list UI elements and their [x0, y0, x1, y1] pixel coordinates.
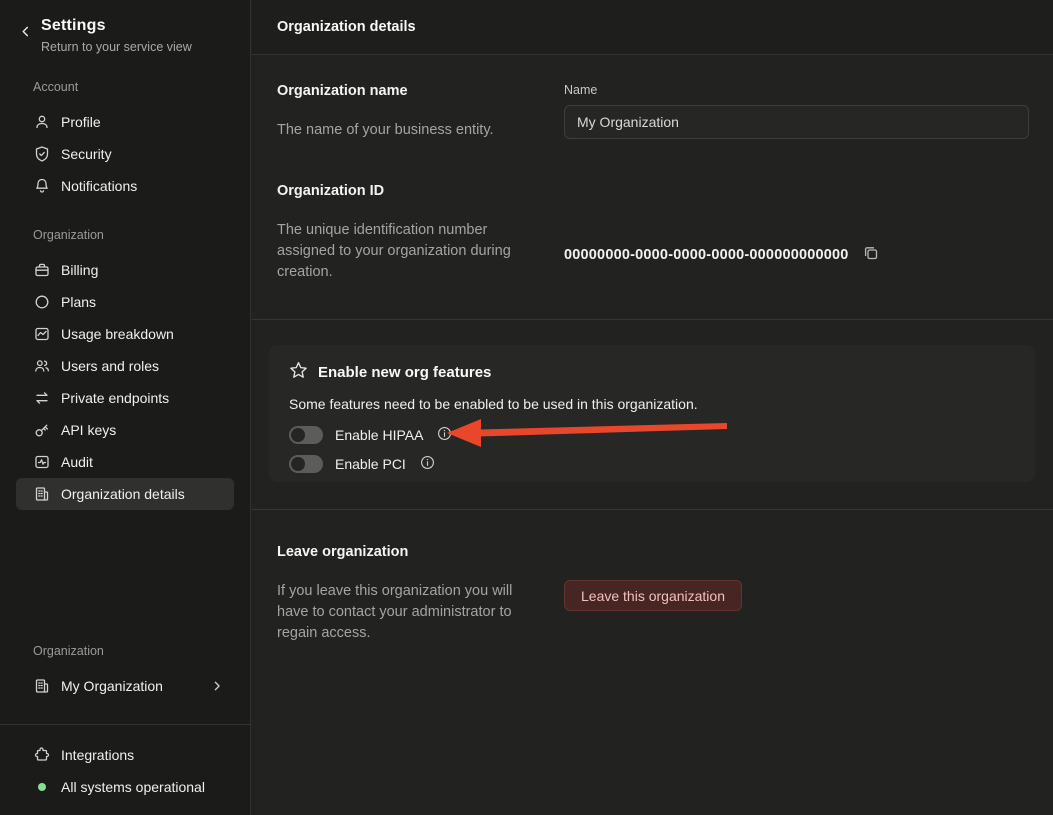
info-icon	[437, 426, 452, 444]
puzzle-icon	[33, 746, 51, 764]
page-title: Organization details	[277, 19, 416, 35]
sidebar-item-plans[interactable]: Plans	[16, 286, 234, 318]
building-icon	[33, 485, 51, 503]
section-divider	[252, 319, 1053, 320]
name-field-label: Name	[564, 83, 1029, 97]
org-switcher-label: Organization	[33, 644, 250, 658]
org-switcher[interactable]: My Organization	[16, 670, 234, 702]
status-dot-icon	[38, 783, 46, 791]
pci-info-button[interactable]	[420, 455, 435, 473]
bell-icon	[33, 177, 51, 195]
leave-org-right: Leave this organization	[564, 544, 1028, 644]
copy-icon	[863, 245, 879, 264]
sidebar-item-label: Profile	[61, 114, 101, 130]
sidebar-item-usage-breakdown[interactable]: Usage breakdown	[16, 318, 234, 350]
users-icon	[33, 357, 51, 375]
features-card: Enable new org features Some features ne…	[269, 345, 1035, 482]
toggle-knob	[291, 457, 305, 471]
sidebar-item-label: Plans	[61, 294, 96, 310]
hipaa-toggle-row: Enable HIPAA	[289, 425, 1015, 445]
circle-icon	[33, 293, 51, 311]
key-icon	[33, 421, 51, 439]
system-status-link[interactable]: All systems operational	[16, 771, 234, 803]
briefcase-icon	[33, 261, 51, 279]
sidebar-item-label: Billing	[61, 262, 98, 278]
sidebar-bottom: Organization My Organization Integration…	[0, 644, 250, 815]
main-header: Organization details	[252, 0, 1053, 55]
sidebar-item-audit[interactable]: Audit	[16, 446, 234, 478]
swap-arrows-icon	[33, 389, 51, 407]
shield-check-icon	[33, 145, 51, 163]
enable-hipaa-toggle[interactable]	[289, 426, 323, 444]
org-id-section: Organization ID The unique identificatio…	[252, 141, 1053, 319]
integrations-link[interactable]: Integrations	[16, 739, 234, 771]
org-id-value: 00000000-0000-0000-0000-000000000000	[564, 247, 849, 263]
leave-org-section: Leave organization If you leave this org…	[252, 510, 1053, 644]
sidebar-header: Settings Return to your service view	[0, 0, 250, 54]
features-card-header: Enable new org features	[289, 361, 1015, 383]
leave-org-heading: Leave organization	[277, 544, 547, 560]
chevron-left-icon	[20, 25, 31, 40]
leave-org-description: If you leave this organization you will …	[277, 581, 529, 644]
star-icon	[289, 361, 308, 383]
organization-section-label: Organization	[33, 228, 250, 242]
org-name-heading: Organization name	[277, 83, 547, 99]
sidebar-item-label: Users and roles	[61, 358, 159, 374]
org-name-left: Organization name The name of your busin…	[277, 83, 547, 141]
org-name-section: Organization name The name of your busin…	[252, 55, 1053, 141]
activity-icon	[33, 453, 51, 471]
sidebar-item-label: API keys	[61, 422, 116, 438]
features-card-description: Some features need to be enabled to be u…	[289, 396, 1015, 412]
enable-pci-toggle[interactable]	[289, 455, 323, 473]
sidebar-item-notifications[interactable]: Notifications	[16, 170, 234, 202]
pci-toggle-row: Enable PCI	[289, 454, 1015, 474]
settings-sidebar: Settings Return to your service view Acc…	[0, 0, 251, 815]
org-id-description: The unique identification number assigne…	[277, 220, 529, 283]
sidebar-item-organization-details[interactable]: Organization details	[16, 478, 234, 510]
sidebar-title: Settings	[41, 17, 192, 35]
sidebar-item-label: Audit	[61, 454, 93, 470]
account-section-label: Account	[33, 80, 250, 94]
sidebar-item-label: Notifications	[61, 178, 137, 194]
sidebar-item-label: Security	[61, 146, 112, 162]
sidebar-item-label: Private endpoints	[61, 390, 169, 406]
sidebar-item-security[interactable]: Security	[16, 138, 234, 170]
sidebar-item-api-keys[interactable]: API keys	[16, 414, 234, 446]
main-content: Organization details Organization name T…	[252, 0, 1053, 815]
info-icon	[420, 455, 435, 473]
building-icon	[33, 677, 51, 695]
org-name-description: The name of your business entity.	[277, 120, 529, 141]
sidebar-item-private-endpoints[interactable]: Private endpoints	[16, 382, 234, 414]
integrations-label: Integrations	[61, 747, 134, 763]
hipaa-toggle-label: Enable HIPAA	[335, 427, 423, 443]
status-label: All systems operational	[61, 779, 205, 795]
hipaa-info-button[interactable]	[437, 426, 452, 444]
toggle-knob	[291, 428, 305, 442]
chart-icon	[33, 325, 51, 343]
org-id-heading: Organization ID	[277, 183, 547, 199]
sidebar-item-billing[interactable]: Billing	[16, 254, 234, 286]
sidebar-header-text: Settings Return to your service view	[41, 17, 192, 54]
org-id-right: 00000000-0000-0000-0000-000000000000	[564, 183, 1028, 283]
sidebar-item-label: Usage breakdown	[61, 326, 174, 342]
sidebar-item-profile[interactable]: Profile	[16, 106, 234, 138]
sidebar-item-users-and-roles[interactable]: Users and roles	[16, 350, 234, 382]
features-card-title: Enable new org features	[318, 364, 491, 381]
back-button[interactable]	[20, 25, 31, 40]
user-icon	[33, 113, 51, 131]
org-name-input[interactable]	[564, 105, 1029, 139]
org-switcher-name: My Organization	[61, 678, 163, 694]
sidebar-divider	[0, 724, 250, 725]
pci-toggle-label: Enable PCI	[335, 456, 406, 472]
chevron-right-icon	[212, 681, 222, 691]
sidebar-subtitle: Return to your service view	[41, 40, 192, 54]
leave-org-left: Leave organization If you leave this org…	[277, 544, 547, 644]
org-name-right: Name	[564, 83, 1029, 141]
copy-button[interactable]	[863, 245, 879, 264]
sidebar-item-label: Organization details	[61, 486, 185, 502]
org-id-left: Organization ID The unique identificatio…	[277, 183, 547, 283]
leave-organization-button[interactable]: Leave this organization	[564, 580, 742, 611]
